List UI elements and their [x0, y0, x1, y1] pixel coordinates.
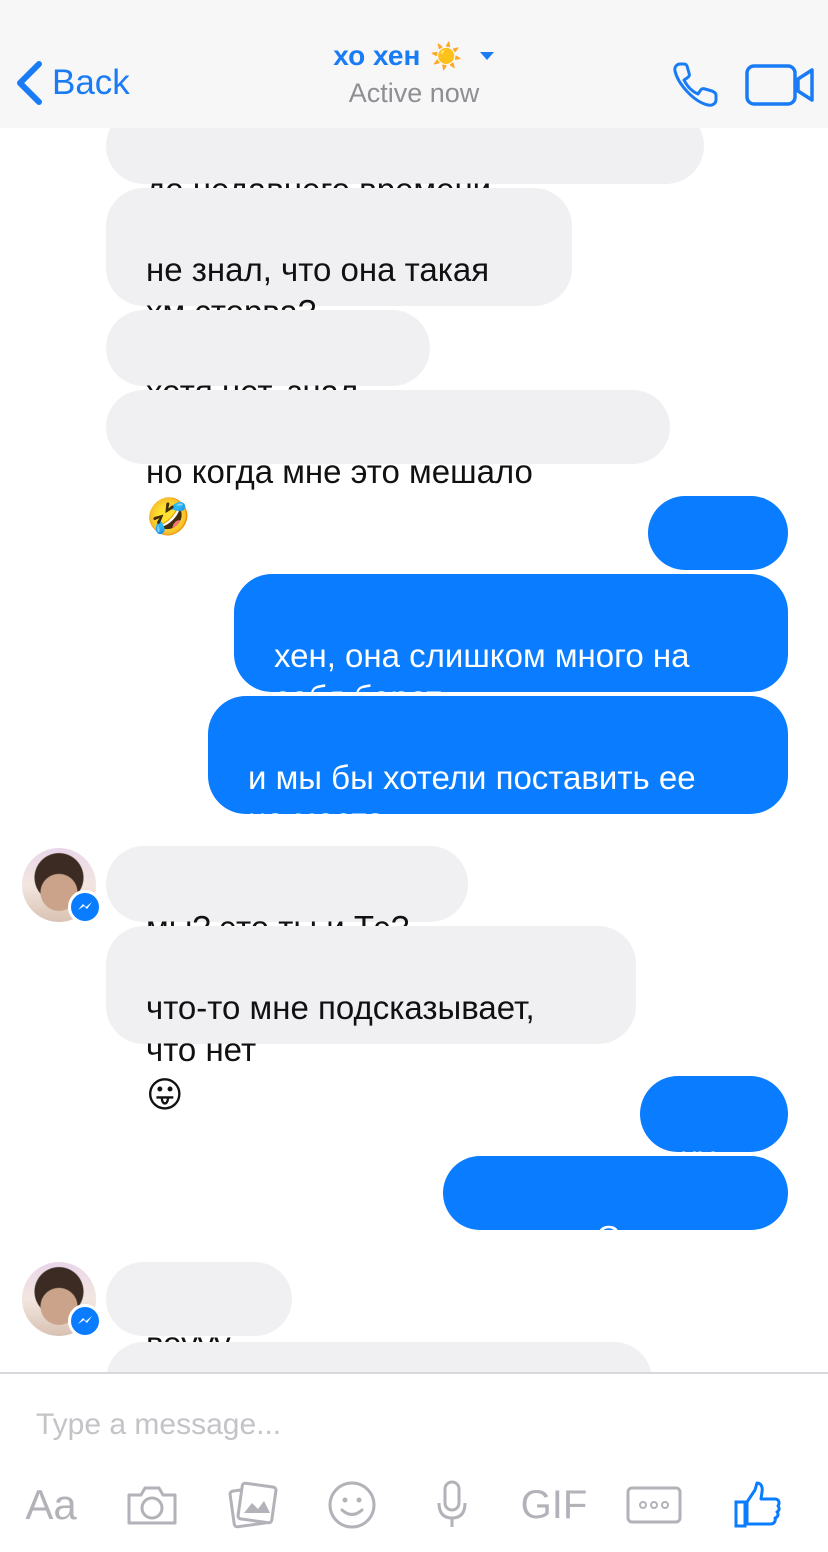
message-text: это я и Сольхен [483, 1219, 727, 1256]
message-bubble-incoming[interactable]: но когда мне это мешало 🤣 [106, 390, 670, 535]
tongue-emoji: 😛 [146, 1074, 184, 1115]
messenger-badge-icon [68, 1304, 102, 1338]
phone-icon[interactable] [670, 58, 722, 110]
like-button[interactable] [732, 1478, 784, 1532]
caret-down-icon [473, 51, 495, 61]
contact-avatar[interactable] [22, 848, 102, 924]
microphone-icon [437, 1480, 467, 1527]
contact-name: хо хен [333, 40, 421, 71]
text-format-button[interactable]: Aa [22, 1478, 80, 1532]
sun-emoji: ☀️ [430, 41, 463, 71]
gif-button[interactable]: GIF [518, 1478, 590, 1532]
message-input[interactable] [36, 1402, 776, 1448]
message-bubble-outgoing[interactable]: ...... [648, 496, 788, 593]
more-icon [626, 1486, 682, 1524]
voice-button[interactable] [434, 1478, 470, 1532]
emoji-button[interactable] [326, 1478, 378, 1532]
message-bubble-incoming[interactable]: мы? это ты и Тэ? [106, 846, 468, 946]
messenger-badge-icon [68, 890, 102, 924]
camera-icon [127, 1486, 177, 1525]
message-bubble-incoming[interactable]: не знал, что она такая хм стерва? [106, 188, 572, 330]
more-button[interactable] [626, 1478, 682, 1532]
message-bubble-outgoing[interactable]: ну.. [640, 1076, 788, 1176]
thumbs-up-icon [734, 1481, 781, 1528]
smiley-icon [328, 1481, 376, 1529]
video-camera-icon[interactable] [744, 62, 816, 108]
rofl-emoji: 🤣 [146, 496, 191, 537]
message-text: и мы бы хотели поставить ее на место [248, 759, 696, 838]
message-bubble-incoming[interactable]: что-то мне подсказывает, что нет 😛 [106, 926, 636, 1113]
message-bubble-incoming[interactable]: хотя нет, знал [106, 310, 430, 410]
message-bubble-outgoing[interactable]: хен, она слишком много на себя берет [234, 574, 788, 716]
gif-label: GIF [520, 1482, 588, 1527]
gallery-button[interactable] [226, 1478, 280, 1532]
aa-label: Aa [25, 1481, 77, 1528]
message-bubble-outgoing[interactable]: это я и Сольхен [443, 1156, 788, 1256]
message-bubble-incoming[interactable]: воууу [106, 1262, 292, 1362]
gallery-icon [228, 1481, 278, 1529]
composer: Aa GIF [0, 1372, 828, 1552]
contact-avatar[interactable] [22, 1262, 102, 1338]
conversation-header: Back хо хен ☀️ Active now [0, 0, 828, 128]
camera-button[interactable] [124, 1478, 180, 1532]
message-text: что-то мне подсказывает, что нет [146, 989, 535, 1068]
message-bubble-outgoing[interactable]: и мы бы хотели поставить ее на место [208, 696, 788, 838]
message-text: но когда мне это мешало [146, 453, 533, 490]
